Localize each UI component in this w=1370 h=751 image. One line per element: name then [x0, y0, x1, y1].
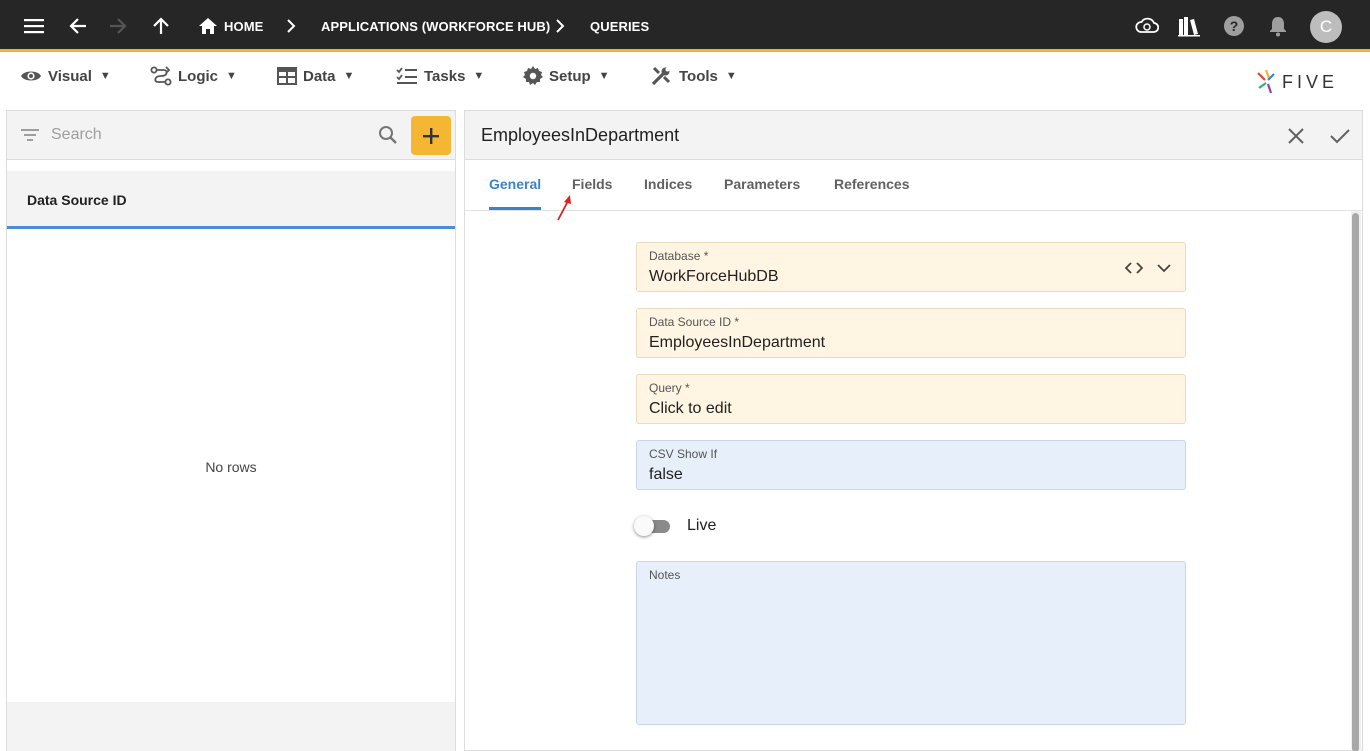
- up-arrow-icon[interactable]: [149, 14, 173, 38]
- eye-icon: [21, 71, 41, 81]
- menu-logic[interactable]: Logic ▼: [150, 61, 237, 91]
- logic-icon: [150, 66, 172, 86]
- notifications-bell-icon[interactable]: [1266, 14, 1290, 38]
- live-toggle[interactable]: [634, 515, 672, 537]
- home-icon[interactable]: [196, 14, 220, 38]
- five-logo: FIVE: [1256, 68, 1350, 96]
- caret-down-icon: ▼: [343, 70, 355, 82]
- database-value: WorkForceHubDB: [649, 268, 779, 285]
- breadcrumb-queries[interactable]: QUERIES: [590, 0, 649, 52]
- back-arrow-icon[interactable]: [66, 14, 90, 38]
- svg-text:?: ?: [1230, 18, 1239, 34]
- tab-references[interactable]: References: [834, 176, 910, 192]
- logo-text: FIVE: [1282, 72, 1339, 92]
- menu-tasks-label: Tasks: [424, 67, 466, 85]
- save-button[interactable]: [1327, 123, 1353, 149]
- user-avatar[interactable]: C: [1310, 11, 1342, 43]
- notes-label: Notes: [649, 568, 681, 582]
- library-books-icon[interactable]: [1177, 14, 1201, 38]
- search-bar: Search: [7, 111, 455, 160]
- table-icon: [277, 67, 297, 85]
- checklist-icon: [396, 67, 417, 84]
- menu-data[interactable]: Data ▼: [277, 61, 354, 91]
- search-input[interactable]: Search: [51, 126, 102, 144]
- live-label: Live: [687, 517, 717, 534]
- query-field[interactable]: Query * Click to edit: [636, 374, 1186, 424]
- breadcrumb-home[interactable]: HOME: [224, 0, 263, 52]
- column-header[interactable]: Data Source ID: [7, 171, 455, 229]
- database-label: Database *: [649, 249, 709, 263]
- caret-down-icon: ▼: [473, 70, 485, 82]
- notes-field[interactable]: Notes: [636, 561, 1186, 725]
- cancel-button[interactable]: [1283, 123, 1309, 149]
- gear-icon: [523, 66, 543, 85]
- help-icon[interactable]: ?: [1222, 14, 1246, 38]
- plus-icon: [423, 127, 439, 144]
- main-menu-bar: Visual ▼ Logic ▼ Data ▼ Tasks ▼ Setup ▼ …: [0, 55, 1370, 100]
- tab-parameters[interactable]: Parameters: [724, 176, 800, 192]
- records-list-panel: Search Data Source ID No rows: [6, 110, 456, 751]
- form-tabs: General Fields Indices Parameters Refere…: [465, 161, 1362, 211]
- data-source-id-field[interactable]: Data Source ID * EmployeesInDepartment: [636, 308, 1186, 358]
- menu-tasks[interactable]: Tasks ▼: [396, 61, 484, 91]
- caret-down-icon: ▼: [99, 70, 111, 82]
- data-source-id-label: Data Source ID *: [649, 315, 740, 329]
- menu-visual[interactable]: Visual ▼: [20, 61, 111, 91]
- menu-data-label: Data: [303, 67, 336, 85]
- menu-logic-label: Logic: [178, 67, 218, 85]
- caret-down-icon: ▼: [598, 70, 610, 82]
- chevron-down-icon[interactable]: [1155, 259, 1173, 277]
- csv-show-if-value: false: [649, 466, 683, 483]
- search-icon[interactable]: [378, 125, 398, 145]
- form-header: EmployeesInDepartment: [465, 111, 1362, 160]
- cloud-sync-icon[interactable]: [1135, 14, 1159, 38]
- chevron-right-icon: [287, 19, 296, 33]
- query-value: Click to edit: [649, 400, 732, 417]
- caret-down-icon: ▼: [725, 70, 737, 82]
- data-source-id-value: EmployeesInDepartment: [649, 334, 826, 351]
- record-form-panel: EmployeesInDepartment General Fields Ind…: [464, 110, 1363, 751]
- tab-general[interactable]: General: [489, 176, 541, 192]
- close-icon: [1288, 128, 1304, 144]
- query-label: Query *: [649, 381, 690, 395]
- form-scrollbar[interactable]: [1351, 211, 1361, 751]
- scrollbar-thumb[interactable]: [1352, 213, 1359, 751]
- active-tab-indicator: [489, 207, 541, 210]
- annotation-arrow-icon: [557, 195, 571, 221]
- caret-down-icon: ▼: [226, 70, 237, 82]
- hamburger-menu-icon[interactable]: [22, 14, 46, 38]
- menu-tools-label: Tools: [679, 67, 718, 85]
- top-app-bar: HOME APPLICATIONS (WORKFORCE HUB) QUERIE…: [0, 0, 1370, 52]
- csv-show-if-label: CSV Show If: [649, 447, 718, 461]
- add-record-button[interactable]: [411, 116, 451, 155]
- tab-indices[interactable]: Indices: [644, 176, 692, 192]
- code-brackets-icon[interactable]: [1125, 259, 1143, 277]
- empty-list-message: No rows: [205, 459, 257, 475]
- check-icon: [1330, 129, 1350, 144]
- filter-icon[interactable]: [20, 127, 40, 143]
- chevron-right-icon: [556, 19, 565, 33]
- list-footer: [7, 702, 455, 751]
- database-field[interactable]: Database * WorkForceHubDB: [636, 242, 1186, 292]
- menu-setup-label: Setup: [549, 67, 591, 85]
- menu-setup[interactable]: Setup ▼: [523, 61, 610, 91]
- breadcrumb-applications[interactable]: APPLICATIONS (WORKFORCE HUB): [321, 0, 550, 52]
- form-title: EmployeesInDepartment: [481, 125, 680, 145]
- menu-visual-label: Visual: [48, 67, 92, 85]
- menu-tools[interactable]: Tools ▼: [651, 61, 737, 91]
- tools-icon: [651, 66, 671, 86]
- forward-arrow-icon[interactable]: [106, 14, 130, 38]
- csv-show-if-field[interactable]: CSV Show If false: [636, 440, 1186, 490]
- live-toggle-knob: [634, 516, 654, 536]
- column-header-label: Data Source ID: [27, 192, 127, 208]
- tab-fields[interactable]: Fields: [572, 176, 612, 192]
